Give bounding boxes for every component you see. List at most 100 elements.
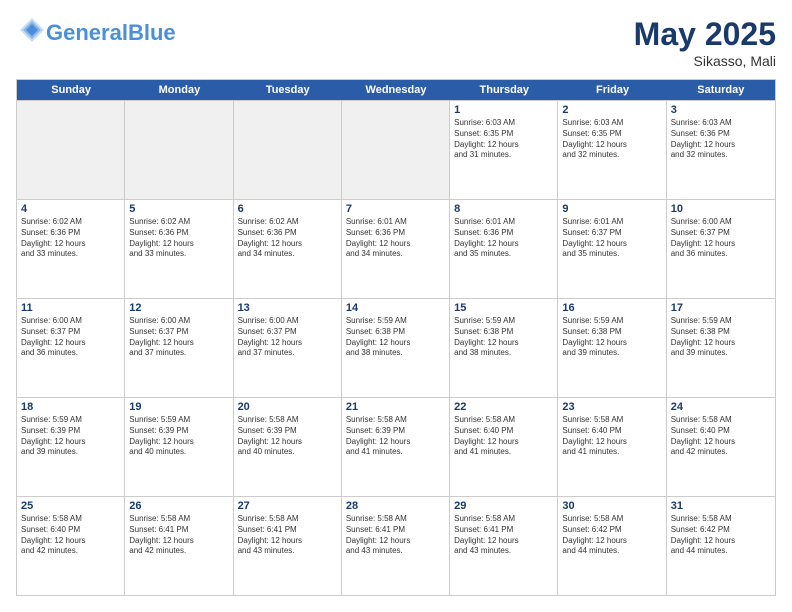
day-number: 20 bbox=[238, 401, 337, 413]
cell-info: Sunrise: 5:58 AM Sunset: 6:41 PM Dayligh… bbox=[238, 514, 337, 557]
cell-info: Sunrise: 5:58 AM Sunset: 6:41 PM Dayligh… bbox=[129, 514, 228, 557]
empty-cell bbox=[234, 101, 342, 199]
logo-general: General bbox=[46, 20, 128, 45]
day-number: 5 bbox=[129, 203, 228, 215]
day-number: 4 bbox=[21, 203, 120, 215]
calendar-row-2: 4 Sunrise: 6:02 AM Sunset: 6:36 PM Daylig… bbox=[17, 199, 775, 298]
day-number: 10 bbox=[671, 203, 771, 215]
day-number: 12 bbox=[129, 302, 228, 314]
empty-cell bbox=[17, 101, 125, 199]
cell-info: Sunrise: 6:01 AM Sunset: 6:36 PM Dayligh… bbox=[454, 217, 553, 260]
day-cell-18: 18Sunrise: 5:59 AM Sunset: 6:39 PM Dayli… bbox=[17, 398, 125, 496]
location-subtitle: Sikasso, Mali bbox=[634, 53, 776, 69]
day-number: 15 bbox=[454, 302, 553, 314]
day-number: 27 bbox=[238, 500, 337, 512]
day-cell-3: 3 Sunrise: 6:03 AM Sunset: 6:36 PM Daylig… bbox=[667, 101, 775, 199]
day-cell-12: 12 Sunrise: 6:00 AM Sunset: 6:37 PM Dayli… bbox=[125, 299, 233, 397]
month-title: May 2025 bbox=[634, 16, 776, 53]
cell-info: Sunrise: 6:00 AM Sunset: 6:37 PM Dayligh… bbox=[21, 316, 120, 359]
header: GeneralBlue May 2025 Sikasso, Mali bbox=[16, 16, 776, 69]
cell-info: Sunrise: 6:00 AM Sunset: 6:37 PM Dayligh… bbox=[129, 316, 228, 359]
day-cell-22: 22Sunrise: 5:58 AM Sunset: 6:40 PM Dayli… bbox=[450, 398, 558, 496]
cell-info: Sunrise: 6:02 AM Sunset: 6:36 PM Dayligh… bbox=[129, 217, 228, 260]
day-number: 1 bbox=[454, 104, 553, 116]
cell-info: Sunrise: 5:58 AM Sunset: 6:40 PM Dayligh… bbox=[562, 415, 661, 458]
header-day-monday: Monday bbox=[125, 80, 233, 100]
day-cell-19: 19Sunrise: 5:59 AM Sunset: 6:39 PM Dayli… bbox=[125, 398, 233, 496]
day-cell-20: 20 Sunrise: 5:58 AM Sunset: 6:39 PM Dayli… bbox=[234, 398, 342, 496]
day-number: 11 bbox=[21, 302, 120, 314]
day-cell-2: 2 Sunrise: 6:03 AM Sunset: 6:35 PM Daylig… bbox=[558, 101, 666, 199]
day-cell-28: 28 Sunrise: 5:58 AM Sunset: 6:41 PM Dayli… bbox=[342, 497, 450, 595]
cell-info: Sunrise: 5:59 AM Sunset: 6:38 PM Dayligh… bbox=[346, 316, 445, 359]
calendar: SundayMondayTuesdayWednesdayThursdayFrid… bbox=[16, 79, 776, 596]
empty-cell bbox=[342, 101, 450, 199]
day-cell-11: 11 Sunrise: 6:00 AM Sunset: 6:37 PM Dayli… bbox=[17, 299, 125, 397]
header-day-friday: Friday bbox=[558, 80, 666, 100]
day-cell-31: 31 Sunrise: 5:58 AM Sunset: 6:42 PM Dayli… bbox=[667, 497, 775, 595]
cell-info: Sunrise: 6:03 AM Sunset: 6:36 PM Dayligh… bbox=[671, 118, 771, 161]
day-cell-6: 6 Sunrise: 6:02 AM Sunset: 6:36 PM Daylig… bbox=[234, 200, 342, 298]
day-cell-4: 4 Sunrise: 6:02 AM Sunset: 6:36 PM Daylig… bbox=[17, 200, 125, 298]
calendar-row-1: 1 Sunrise: 6:03 AM Sunset: 6:35 PM Daylig… bbox=[17, 100, 775, 199]
page: GeneralBlue May 2025 Sikasso, Mali Sunda… bbox=[0, 0, 792, 612]
day-cell-26: 26 Sunrise: 5:58 AM Sunset: 6:41 PM Dayli… bbox=[125, 497, 233, 595]
calendar-row-5: 25Sunrise: 5:58 AM Sunset: 6:40 PM Dayli… bbox=[17, 496, 775, 595]
cell-info: Sunrise: 6:00 AM Sunset: 6:37 PM Dayligh… bbox=[671, 217, 771, 260]
day-cell-5: 5 Sunrise: 6:02 AM Sunset: 6:36 PM Daylig… bbox=[125, 200, 233, 298]
logo-icon bbox=[18, 16, 46, 44]
cell-info: Sunrise: 5:58 AM Sunset: 6:40 PM Dayligh… bbox=[671, 415, 771, 458]
title-block: May 2025 Sikasso, Mali bbox=[634, 16, 776, 69]
cell-info: Sunrise: 6:03 AM Sunset: 6:35 PM Dayligh… bbox=[562, 118, 661, 161]
cell-info: Sunrise: 5:58 AM Sunset: 6:39 PM Dayligh… bbox=[346, 415, 445, 458]
logo-blue: Blue bbox=[128, 20, 176, 45]
day-cell-27: 27 Sunrise: 5:58 AM Sunset: 6:41 PM Dayli… bbox=[234, 497, 342, 595]
calendar-row-4: 18Sunrise: 5:59 AM Sunset: 6:39 PM Dayli… bbox=[17, 397, 775, 496]
header-day-wednesday: Wednesday bbox=[342, 80, 450, 100]
cell-info: Sunrise: 6:00 AM Sunset: 6:37 PM Dayligh… bbox=[238, 316, 337, 359]
day-number: 8 bbox=[454, 203, 553, 215]
cell-info: Sunrise: 6:01 AM Sunset: 6:37 PM Dayligh… bbox=[562, 217, 661, 260]
day-number: 21 bbox=[346, 401, 445, 413]
day-cell-10: 10 Sunrise: 6:00 AM Sunset: 6:37 PM Dayli… bbox=[667, 200, 775, 298]
day-number: 31 bbox=[671, 500, 771, 512]
cell-info: Sunrise: 5:58 AM Sunset: 6:41 PM Dayligh… bbox=[346, 514, 445, 557]
cell-info: Sunrise: 5:59 AM Sunset: 6:38 PM Dayligh… bbox=[562, 316, 661, 359]
day-number: 17 bbox=[671, 302, 771, 314]
cell-info: Sunrise: 5:58 AM Sunset: 6:42 PM Dayligh… bbox=[671, 514, 771, 557]
cell-info: Sunrise: 6:02 AM Sunset: 6:36 PM Dayligh… bbox=[238, 217, 337, 260]
day-number: 18 bbox=[21, 401, 120, 413]
day-number: 26 bbox=[129, 500, 228, 512]
day-number: 24 bbox=[671, 401, 771, 413]
cell-info: Sunrise: 5:58 AM Sunset: 6:41 PM Dayligh… bbox=[454, 514, 553, 557]
day-number: 9 bbox=[562, 203, 661, 215]
header-day-sunday: Sunday bbox=[17, 80, 125, 100]
day-cell-1: 1 Sunrise: 6:03 AM Sunset: 6:35 PM Daylig… bbox=[450, 101, 558, 199]
calendar-row-3: 11 Sunrise: 6:00 AM Sunset: 6:37 PM Dayli… bbox=[17, 298, 775, 397]
header-day-saturday: Saturday bbox=[667, 80, 775, 100]
day-number: 16 bbox=[562, 302, 661, 314]
day-number: 6 bbox=[238, 203, 337, 215]
day-cell-30: 30Sunrise: 5:58 AM Sunset: 6:42 PM Dayli… bbox=[558, 497, 666, 595]
day-number: 2 bbox=[562, 104, 661, 116]
empty-cell bbox=[125, 101, 233, 199]
cell-info: Sunrise: 6:03 AM Sunset: 6:35 PM Dayligh… bbox=[454, 118, 553, 161]
header-day-thursday: Thursday bbox=[450, 80, 558, 100]
cell-info: Sunrise: 5:58 AM Sunset: 6:39 PM Dayligh… bbox=[238, 415, 337, 458]
day-number: 3 bbox=[671, 104, 771, 116]
cell-info: Sunrise: 6:01 AM Sunset: 6:36 PM Dayligh… bbox=[346, 217, 445, 260]
day-cell-21: 21 Sunrise: 5:58 AM Sunset: 6:39 PM Dayli… bbox=[342, 398, 450, 496]
day-cell-17: 17 Sunrise: 5:59 AM Sunset: 6:38 PM Dayli… bbox=[667, 299, 775, 397]
day-number: 7 bbox=[346, 203, 445, 215]
day-cell-13: 13Sunrise: 6:00 AM Sunset: 6:37 PM Dayli… bbox=[234, 299, 342, 397]
cell-info: Sunrise: 5:59 AM Sunset: 6:38 PM Dayligh… bbox=[671, 316, 771, 359]
day-cell-9: 9 Sunrise: 6:01 AM Sunset: 6:37 PM Daylig… bbox=[558, 200, 666, 298]
logo: GeneralBlue bbox=[16, 16, 176, 49]
day-number: 29 bbox=[454, 500, 553, 512]
day-cell-15: 15Sunrise: 5:59 AM Sunset: 6:38 PM Dayli… bbox=[450, 299, 558, 397]
day-cell-23: 23Sunrise: 5:58 AM Sunset: 6:40 PM Dayli… bbox=[558, 398, 666, 496]
day-cell-16: 16 Sunrise: 5:59 AM Sunset: 6:38 PM Dayli… bbox=[558, 299, 666, 397]
day-cell-29: 29 Sunrise: 5:58 AM Sunset: 6:41 PM Dayli… bbox=[450, 497, 558, 595]
day-number: 28 bbox=[346, 500, 445, 512]
cell-info: Sunrise: 6:02 AM Sunset: 6:36 PM Dayligh… bbox=[21, 217, 120, 260]
